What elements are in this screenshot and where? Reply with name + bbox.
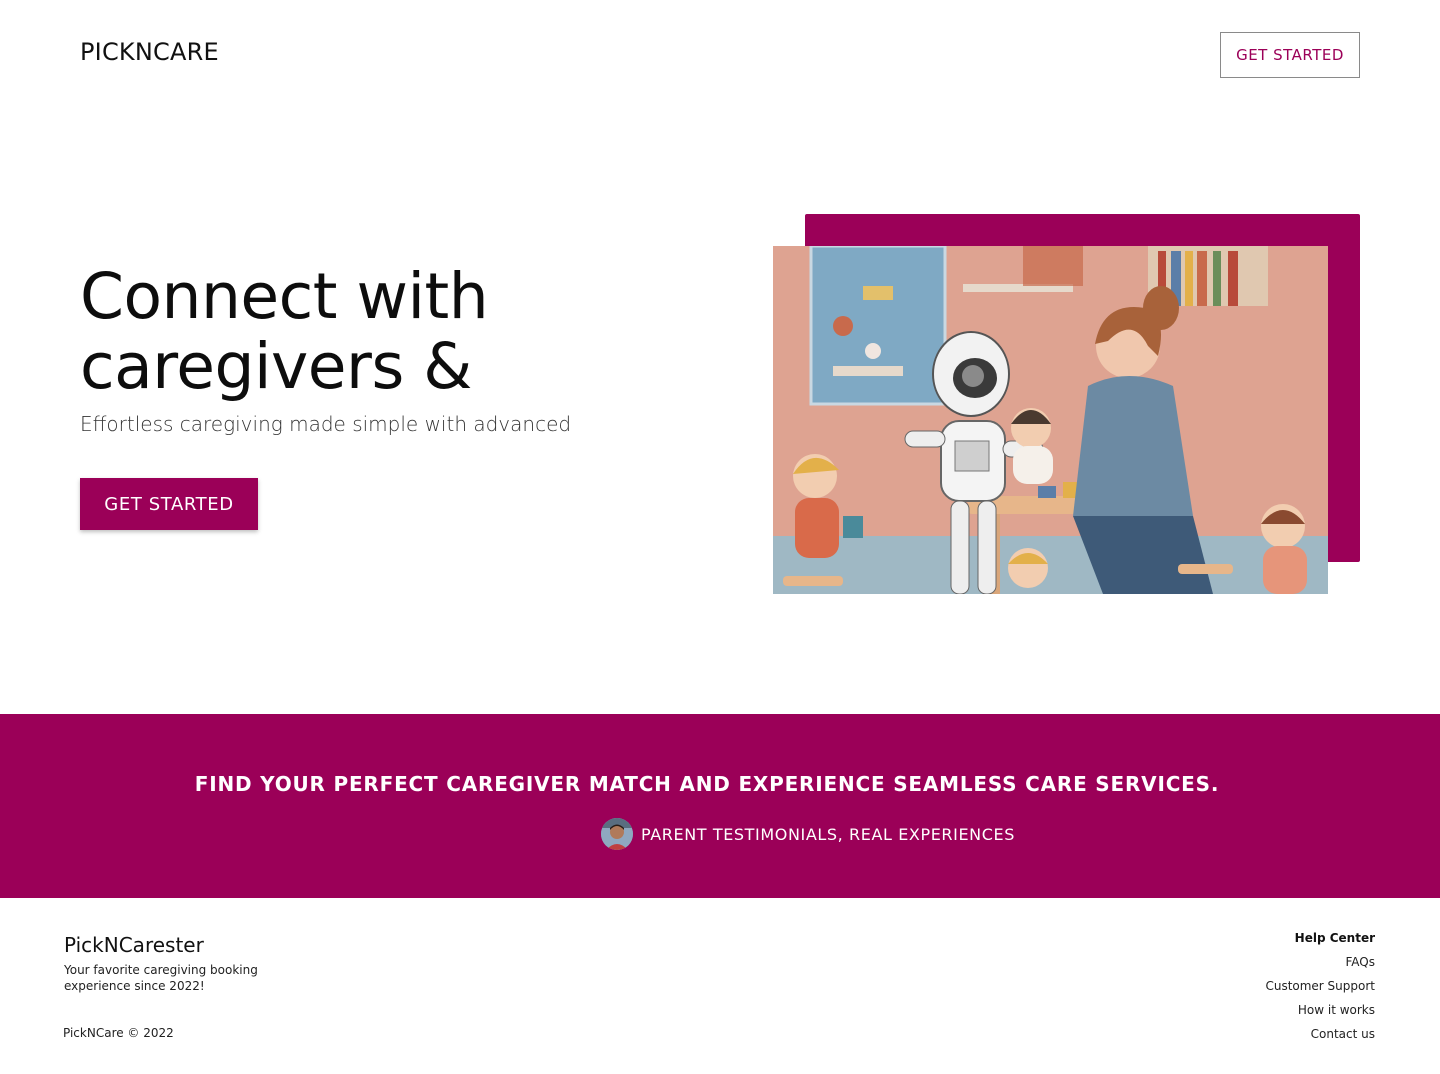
avatar xyxy=(601,818,633,850)
testimonial-link[interactable]: PARENT TESTIMONIALS, REAL EXPERIENCES xyxy=(601,818,1015,850)
hero-get-started-button[interactable]: GET STARTED xyxy=(80,478,258,530)
testimonial-label: PARENT TESTIMONIALS, REAL EXPERIENCES xyxy=(641,824,1015,844)
hero-subtitle: Effortless caregiving made simple with a… xyxy=(80,412,572,436)
footer-links-heading: Help Center xyxy=(1294,931,1375,945)
footer-link-customer-support[interactable]: Customer Support xyxy=(1265,978,1375,1002)
site-header: PICKNCARE GET STARTED xyxy=(0,0,1440,110)
site-logo[interactable]: PICKNCARE xyxy=(80,38,219,66)
footer-help-links: Help Center FAQs Customer Support How it… xyxy=(1265,930,1375,1050)
footer-link-faqs[interactable]: FAQs xyxy=(1265,954,1376,978)
footer-link-contact-us[interactable]: Contact us xyxy=(1265,1026,1375,1050)
hero-title: Connect with caregivers & xyxy=(80,260,489,403)
hero-illustration xyxy=(773,246,1328,594)
footer-brand: PickNCarester xyxy=(64,933,204,957)
footer-copyright: PickNCare © 2022 xyxy=(63,1026,174,1040)
header-get-started-button[interactable]: GET STARTED xyxy=(1220,32,1360,78)
footer-tagline: Your favorite caregiving booking experie… xyxy=(64,963,258,993)
band-title: FIND YOUR PERFECT CAREGIVER MATCH AND EX… xyxy=(194,772,1220,796)
footer-link-how-it-works[interactable]: How it works xyxy=(1265,1002,1375,1026)
feature-band: FIND YOUR PERFECT CAREGIVER MATCH AND EX… xyxy=(0,714,1440,898)
